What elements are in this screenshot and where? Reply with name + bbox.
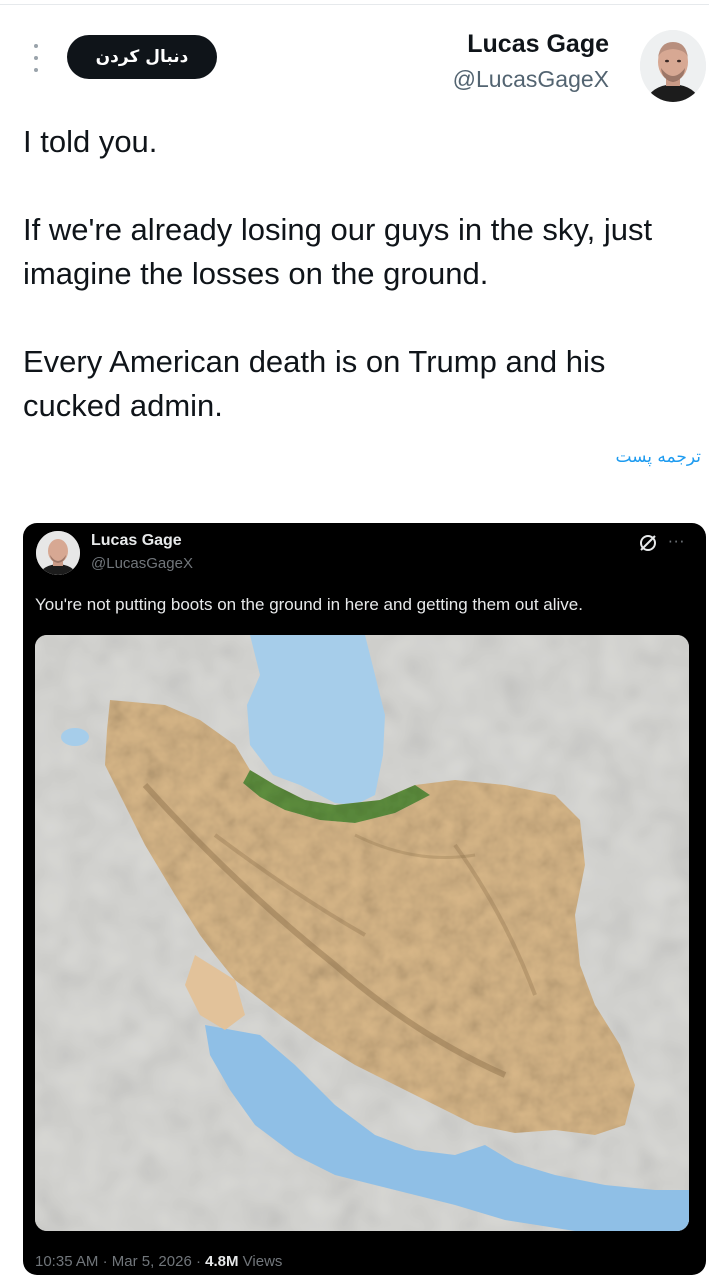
embedded-more-icon: ··· <box>668 533 686 551</box>
embedded-post-text: You're not putting boots on the ground i… <box>35 595 583 614</box>
tweet-paragraph: If we're already losing our guys in the … <box>23 212 653 291</box>
tweet-text: I told you. If we're already losing our … <box>23 120 693 428</box>
embedded-post-screenshot[interactable]: Lucas Gage @LucasGageX ··· You're not pu… <box>23 523 706 1275</box>
post-time: 10:35 AM <box>35 1253 99 1270</box>
translate-post-link[interactable]: ترجمه پست <box>615 447 701 467</box>
tweet-paragraph: Every American death is on Trump and his… <box>23 344 606 423</box>
top-divider <box>0 4 709 5</box>
meta-separator: · <box>195 1253 201 1270</box>
meta-separator: · <box>102 1253 108 1270</box>
grok-icon <box>637 532 659 554</box>
embedded-avatar <box>36 531 80 575</box>
tweet-paragraph: I told you. <box>23 124 158 159</box>
embedded-author-handle: @LucasGageX <box>91 555 193 572</box>
follow-button[interactable]: دنبال کردن <box>67 35 217 79</box>
views-label: Views <box>242 1253 283 1270</box>
author-name[interactable]: Lucas Gage <box>467 30 609 59</box>
embedded-author-name: Lucas Gage <box>91 532 182 549</box>
embedded-post-meta: 10:35 AM · Mar 5, 2026 · 4.8M Views <box>35 1253 282 1270</box>
views-count: 4.8M <box>205 1253 239 1270</box>
more-options-icon[interactable] <box>30 44 42 72</box>
post-date: Mar 5, 2026 <box>111 1253 192 1270</box>
terrain-map-image <box>35 635 689 1231</box>
author-handle[interactable]: @LucasGageX <box>453 66 609 93</box>
avatar[interactable] <box>640 30 706 102</box>
